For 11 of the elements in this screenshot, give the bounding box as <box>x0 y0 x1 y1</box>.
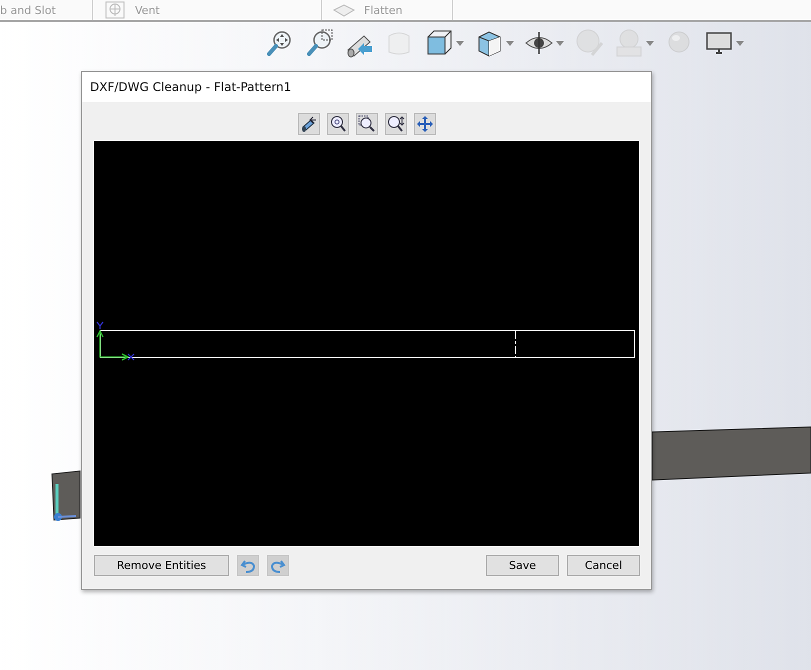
axis-triad-icon <box>96 321 135 361</box>
dialog-button[interactable]: Save <box>486 555 559 576</box>
previous-view-button[interactable] <box>298 113 320 135</box>
dialog-button[interactable]: Remove Entities <box>94 555 229 576</box>
zoom-to-fit-button[interactable] <box>326 113 348 135</box>
pan-button[interactable] <box>414 113 436 135</box>
grid-icon <box>103 1 127 19</box>
dialog-title: DXF/DWG Cleanup - Flat-Pattern1 <box>90 80 292 94</box>
dialog-button[interactable]: Cancel <box>567 555 640 576</box>
zoom-area-button[interactable] <box>356 113 378 135</box>
zoom-in-out-button[interactable] <box>384 113 406 135</box>
